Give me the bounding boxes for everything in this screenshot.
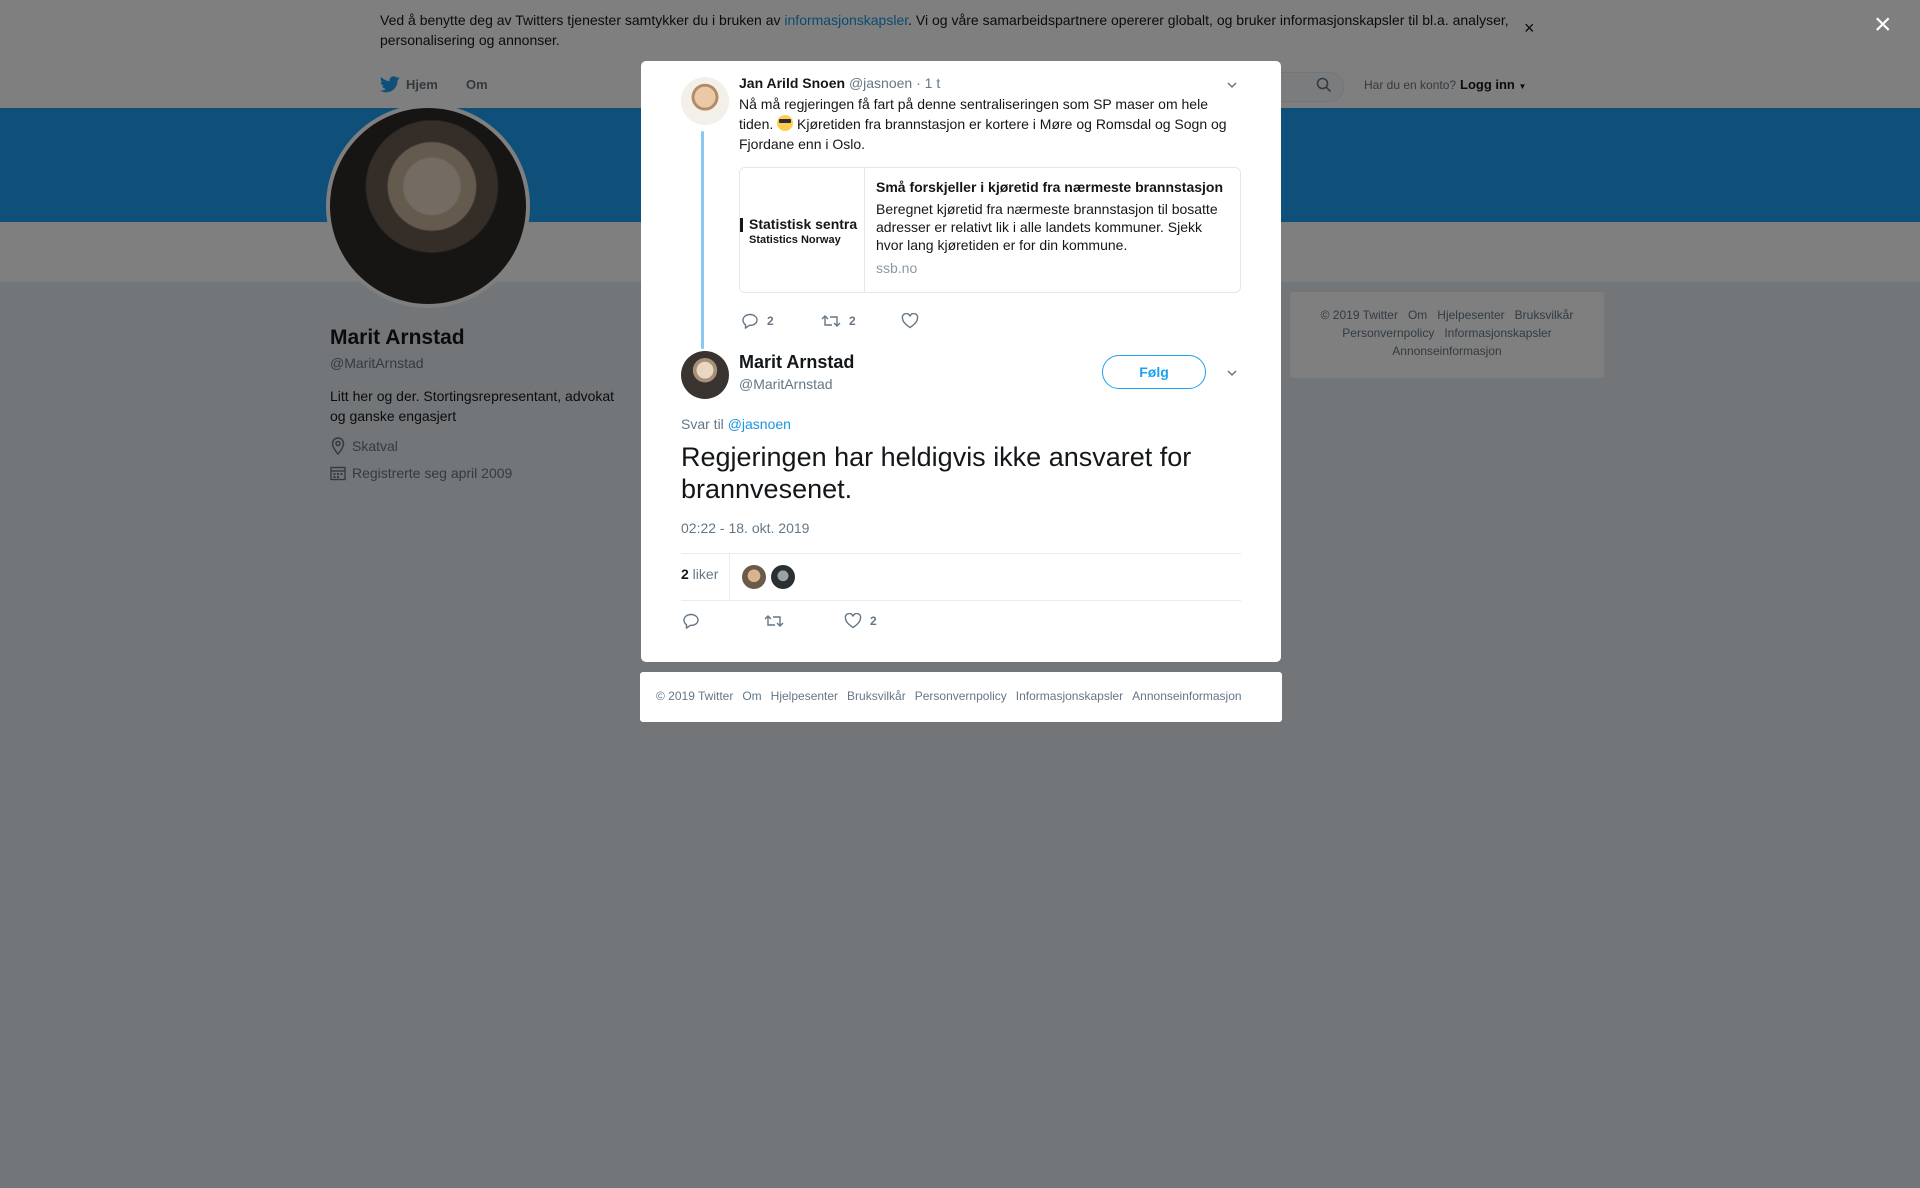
tweet-modal: Jan Arild Snoen @jasnoen · 1 t Nå må reg… — [641, 61, 1281, 662]
retweet-action[interactable]: 2 — [821, 313, 901, 329]
footer-link-ads[interactable]: Annonseinformasjon — [1132, 689, 1241, 703]
footer-link-about[interactable]: Om — [742, 689, 761, 703]
divider — [681, 553, 1241, 554]
thread-line — [701, 131, 704, 349]
reply-to-link[interactable]: @jasnoen — [728, 416, 791, 432]
modal-footer: © 2019 Twitter Om Hjelpesenter Bruksvilkår P… — [640, 672, 1282, 722]
like-action[interactable] — [901, 313, 927, 329]
follow-button[interactable]: Følg — [1102, 355, 1206, 389]
reply-icon — [742, 313, 758, 329]
reply-icon — [683, 613, 699, 629]
sunglasses-emoji-icon — [777, 115, 794, 131]
like-count: 2 — [870, 614, 877, 628]
retweet-action[interactable] — [764, 613, 844, 629]
reply-count: 2 — [767, 314, 774, 328]
link-card[interactable]: Statistisk sentra Statistics Norway Små … — [739, 167, 1241, 293]
tweet-timestamp[interactable]: 02:22 - 18. okt. 2019 — [681, 520, 809, 536]
reply-action[interactable]: 2 — [741, 313, 821, 329]
main-author-handle[interactable]: @MaritArnstad — [739, 376, 833, 392]
reply-to: Svar til @jasnoen — [681, 416, 791, 432]
heart-icon — [844, 613, 862, 629]
divider — [729, 554, 730, 600]
likes-summary[interactable]: 2 liker — [681, 566, 718, 582]
retweet-count: 2 — [849, 314, 856, 328]
author-name[interactable]: Jan Arild Snoen — [739, 75, 845, 91]
heart-icon — [901, 313, 919, 329]
main-tweet-text: Regjeringen har heldigvis ikke ansvaret … — [681, 442, 1192, 504]
footer-link-terms[interactable]: Bruksvilkår — [847, 689, 906, 703]
main-tweet-actions: 2 — [682, 613, 877, 629]
divider — [681, 600, 1241, 601]
modal-footer-links: © 2019 Twitter Om Hjelpesenter Bruksvilkår P… — [656, 689, 1251, 703]
parent-tweet-header: Jan Arild Snoen @jasnoen · 1 t — [739, 75, 940, 91]
footer-link-help[interactable]: Hjelpesenter — [771, 689, 838, 703]
chevron-down-icon[interactable] — [1227, 80, 1237, 90]
parent-tweet-actions: 2 2 — [741, 313, 927, 329]
chevron-down-icon[interactable] — [1227, 368, 1237, 378]
ssb-logo-mark — [740, 218, 743, 232]
footer-copyright: © 2019 Twitter — [656, 689, 734, 703]
like-action[interactable]: 2 — [844, 613, 877, 629]
ssb-logo-text: Statistisk sentra — [749, 216, 858, 232]
tweet-time[interactable]: · 1 t — [916, 75, 940, 91]
ssb-logo-subtext: Statistics Norway — [749, 234, 841, 246]
overlay-close-button[interactable]: × — [1874, 10, 1892, 40]
card-description: Beregnet kjøretid fra nærmeste brannstas… — [876, 201, 1218, 253]
footer-link-cookies[interactable]: Informasjonskapsler — [1016, 689, 1123, 703]
retweet-icon — [821, 315, 841, 327]
liker-avatar[interactable] — [771, 565, 795, 589]
main-author-name[interactable]: Marit Arnstad — [739, 352, 854, 373]
avatar[interactable] — [681, 351, 729, 399]
card-domain: ssb.no — [876, 260, 918, 276]
retweet-icon — [764, 615, 784, 627]
liker-avatar[interactable] — [742, 565, 766, 589]
author-handle[interactable]: @jasnoen — [849, 75, 912, 91]
card-body: Små forskjeller i kjøretid fra nærmeste … — [876, 178, 1228, 276]
card-image: Statistisk sentra Statistics Norway — [740, 168, 865, 292]
footer-link-privacy[interactable]: Personvernpolicy — [915, 689, 1007, 703]
avatar[interactable] — [681, 77, 729, 125]
card-title: Små forskjeller i kjøretid fra nærmeste … — [876, 179, 1224, 195]
reply-action[interactable] — [682, 613, 764, 629]
parent-tweet-text: Nå må regjeringen få fart på denne sentr… — [739, 96, 1227, 152]
